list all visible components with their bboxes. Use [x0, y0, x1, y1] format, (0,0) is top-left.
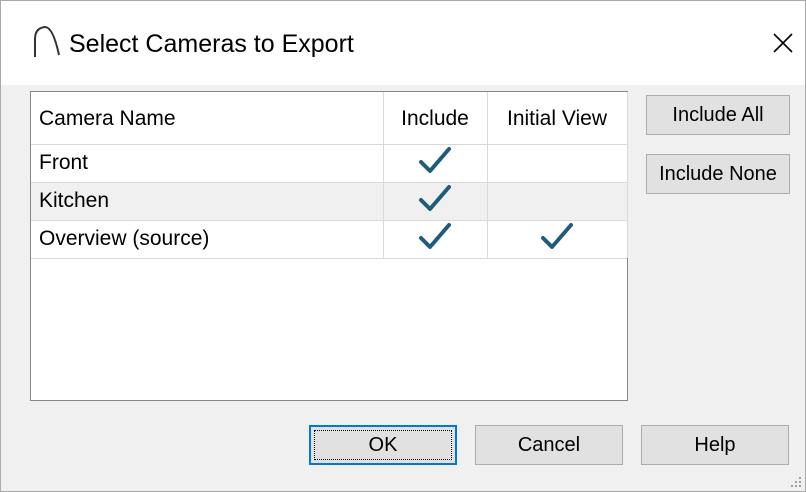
camera-name-cell: Front [39, 151, 89, 174]
cancel-button[interactable]: Cancel [475, 425, 623, 465]
column-header-include[interactable]: Include [383, 100, 487, 138]
include-cell[interactable] [383, 182, 487, 220]
include-none-button[interactable]: Include None [646, 154, 790, 194]
table-row[interactable]: Overview (source) [31, 220, 627, 258]
checkmark-icon [418, 145, 452, 181]
dialog-title: Select Cameras to Export [69, 30, 354, 58]
close-icon [773, 33, 793, 53]
row-divider [31, 258, 627, 259]
column-header-camera-name[interactable]: Camera Name [39, 100, 176, 138]
column-divider [627, 92, 628, 258]
close-button[interactable] [763, 23, 803, 63]
initial-view-cell[interactable] [487, 182, 627, 220]
include-cell[interactable] [383, 144, 487, 182]
arc-icon [34, 25, 60, 57]
help-button[interactable]: Help [641, 425, 789, 465]
checkmark-icon [418, 221, 452, 257]
column-header-initial-view[interactable]: Initial View [487, 100, 627, 138]
checkmark-icon [418, 183, 452, 219]
include-all-button[interactable]: Include All [646, 95, 790, 135]
initial-view-cell[interactable] [487, 144, 627, 182]
camera-list[interactable]: Camera Name Include Initial View Front K… [30, 91, 628, 401]
ok-button[interactable]: OK [309, 425, 457, 465]
table-row[interactable]: Kitchen [31, 182, 627, 220]
row-divider [31, 144, 627, 145]
row-divider [31, 182, 627, 183]
camera-name-cell: Kitchen [39, 189, 110, 212]
camera-name-cell: Overview (source) [39, 227, 210, 250]
checkmark-icon [540, 221, 574, 257]
table-row[interactable]: Front [31, 144, 627, 182]
include-cell[interactable] [383, 220, 487, 258]
column-divider [487, 92, 488, 258]
resize-grip-icon[interactable] [787, 473, 803, 489]
row-divider [31, 220, 627, 221]
initial-view-cell[interactable] [487, 220, 627, 258]
table-header-row: Camera Name Include Initial View [31, 92, 627, 144]
title-bar: Select Cameras to Export [1, 1, 805, 85]
select-cameras-dialog: Select Cameras to Export Camera Name Inc… [0, 0, 806, 492]
column-divider [383, 92, 384, 258]
